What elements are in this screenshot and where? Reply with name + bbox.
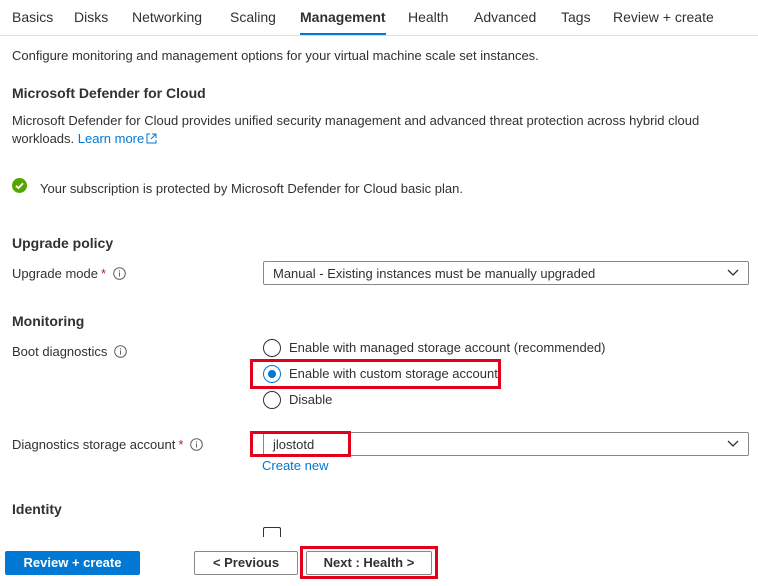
previous-button[interactable]: < Previous xyxy=(194,551,298,575)
radio-disable[interactable]: Disable xyxy=(263,390,383,410)
tab-advanced[interactable]: Advanced xyxy=(474,9,536,25)
radio-button[interactable] xyxy=(263,339,281,357)
upgrade-mode-label-row: Upgrade mode * xyxy=(12,266,126,281)
required-mark: * xyxy=(101,266,107,281)
boot-diagnostics-label: Boot diagnostics xyxy=(12,344,108,359)
chevron-down-icon xyxy=(727,269,739,276)
external-link-icon xyxy=(146,133,157,144)
monitoring-heading: Monitoring xyxy=(12,313,85,329)
learn-more-link[interactable]: Learn more xyxy=(78,131,157,146)
success-check-icon xyxy=(12,178,27,193)
upgrade-mode-label: Upgrade mode xyxy=(12,266,98,281)
required-mark: * xyxy=(178,437,184,452)
identity-checkbox[interactable] xyxy=(263,527,281,537)
tab-management[interactable]: Management xyxy=(300,9,386,35)
upgrade-mode-value: Manual - Existing instances must be manu… xyxy=(273,266,596,281)
radio-button[interactable] xyxy=(263,391,281,409)
info-icon[interactable] xyxy=(114,345,128,358)
tab-health[interactable]: Health xyxy=(408,9,448,25)
tab-disks[interactable]: Disks xyxy=(74,9,108,25)
tab-scaling[interactable]: Scaling xyxy=(230,9,276,25)
upgrade-mode-dropdown[interactable]: Manual - Existing instances must be manu… xyxy=(263,261,749,285)
learn-more-label: Learn more xyxy=(77,131,145,146)
upgrade-heading: Upgrade policy xyxy=(12,235,114,251)
radio-label: Enable with managed storage account (rec… xyxy=(289,340,606,355)
storage-account-label: Diagnostics storage account xyxy=(12,437,176,452)
info-icon[interactable] xyxy=(113,267,126,280)
radio-label: Enable with custom storage account xyxy=(289,366,498,381)
identity-heading: Identity xyxy=(12,501,62,517)
tab-networking[interactable]: Networking xyxy=(132,9,202,25)
radio-managed-storage[interactable]: Enable with managed storage account (rec… xyxy=(263,338,623,358)
radio-label: Disable xyxy=(289,392,333,407)
tab-tags[interactable]: Tags xyxy=(561,9,591,25)
next-health-button[interactable]: Next : Health > xyxy=(306,551,432,575)
storage-account-dropdown[interactable]: jlostotd xyxy=(263,432,749,456)
review-create-button[interactable]: Review + create xyxy=(5,551,140,575)
storage-account-label-row: Diagnostics storage account * xyxy=(12,437,204,452)
boot-diagnostics-label-row: Boot diagnostics xyxy=(12,344,128,359)
storage-account-value: jlostotd xyxy=(273,437,315,452)
intro-text: Configure monitoring and management opti… xyxy=(12,48,539,63)
defender-status: Your subscription is protected by Micros… xyxy=(40,181,463,196)
radio-button-selected[interactable] xyxy=(263,365,281,383)
defender-heading: Microsoft Defender for Cloud xyxy=(12,85,206,101)
tab-review-create[interactable]: Review + create xyxy=(613,9,714,25)
create-new-link[interactable]: Create new xyxy=(262,458,328,473)
radio-custom-storage[interactable]: Enable with custom storage account xyxy=(263,364,503,384)
defender-description: Microsoft Defender for Cloud provides un… xyxy=(12,112,742,148)
info-icon[interactable] xyxy=(190,438,204,451)
tab-basics[interactable]: Basics xyxy=(12,9,53,25)
wizard-tabs: Basics Disks Networking Scaling Manageme… xyxy=(0,0,758,36)
chevron-down-icon xyxy=(727,440,739,447)
